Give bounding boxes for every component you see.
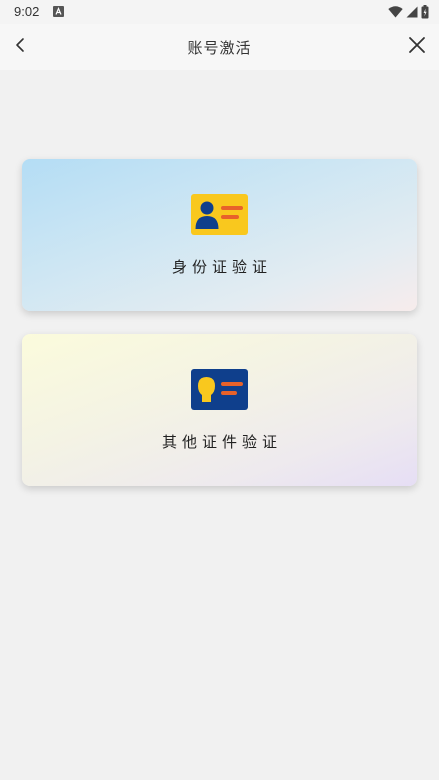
close-button[interactable] bbox=[403, 33, 431, 61]
status-time: 9:02 bbox=[14, 4, 40, 19]
wifi-icon bbox=[388, 6, 403, 18]
notification-a-icon bbox=[53, 6, 64, 17]
page-title: 账号激活 bbox=[187, 39, 252, 57]
close-icon bbox=[408, 36, 426, 58]
id-card-verification-card[interactable]: 身份证验证 bbox=[22, 159, 417, 311]
status-icons bbox=[388, 5, 429, 19]
signal-icon bbox=[406, 6, 418, 18]
status-bar: 9:02 bbox=[0, 0, 439, 24]
certificate-icon bbox=[191, 369, 248, 410]
other-certificate-verification-card[interactable]: 其他证件验证 bbox=[22, 334, 417, 486]
other-certificate-verification-label: 其他证件验证 bbox=[161, 433, 282, 451]
id-card-verification-label: 身份证验证 bbox=[171, 258, 272, 276]
battery-icon bbox=[421, 5, 429, 19]
id-card-icon bbox=[191, 194, 248, 235]
nav-bar: 账号激活 bbox=[0, 24, 439, 70]
